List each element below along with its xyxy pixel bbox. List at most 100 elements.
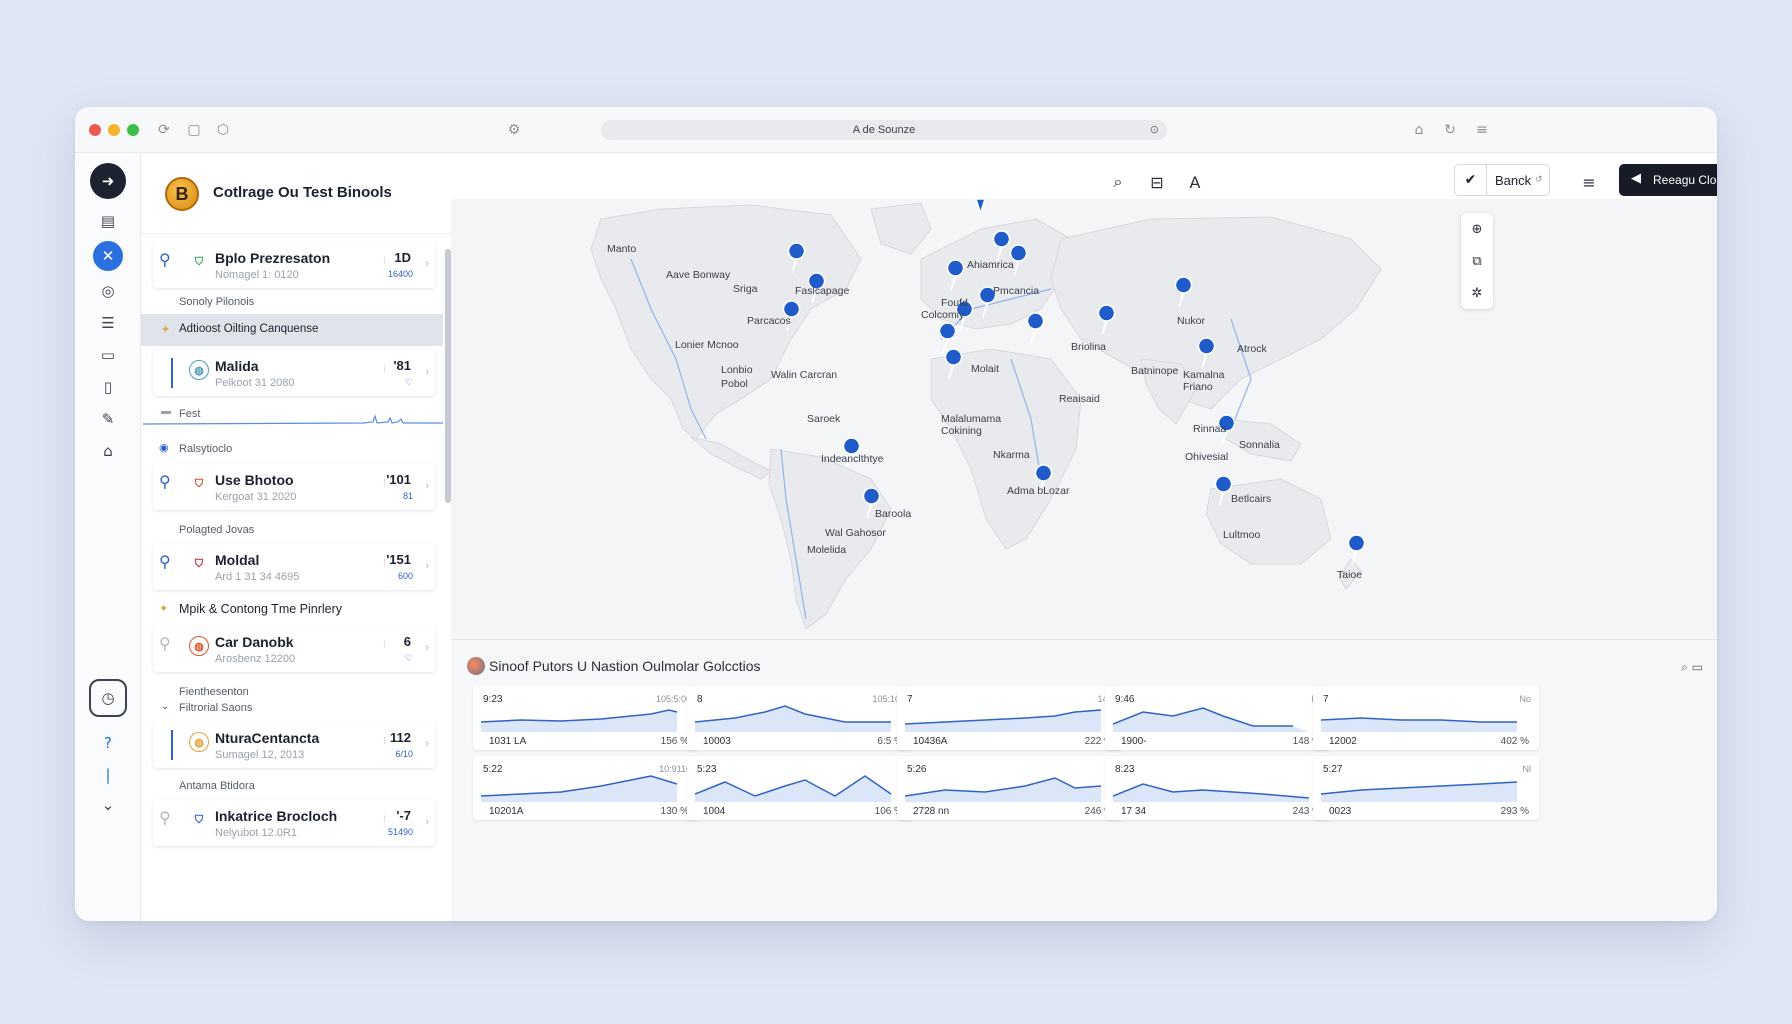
list-icon[interactable]: ☰ [92,307,124,339]
section-highlight[interactable]: ✦ Adtioost Oilting Canquense [141,314,443,346]
list-item-sub: Pelkoot 31 2080 [215,377,295,389]
chevron-right-icon[interactable]: › [425,738,429,750]
mini-chart-card[interactable]: 5:22 10:9110 10201A 130 % [473,756,699,820]
drag-handle-icon[interactable]: ⁝ [383,814,386,825]
hamburger-icon[interactable]: ≡ [1576,169,1602,195]
history-icon[interactable]: ↻ [1439,119,1461,141]
list-item[interactable]: ⚲ ⛉ Bplo Prezresaton Nomagel 1: 0120 ⁝ 1… [153,242,435,288]
maximize-window-button[interactable] [127,124,139,136]
chevron-right-icon[interactable]: › [425,642,429,654]
section-label: Polagted Jovas [179,524,255,536]
list-item[interactable]: ◍ NturaCentancta Sumagel 12, 2013 ⁝ 112 … [153,722,435,768]
layers-icon[interactable]: ⊟ [1144,169,1170,195]
address-bar[interactable]: A de Sounze ⊙ [601,120,1167,140]
list-item[interactable]: ⚲ ⛉ Use Bhotoo Kergoat 31 2020 ⁝ '101 81… [153,464,435,510]
browser-titlebar: ⟳ ▢ ⬡ ⚙ A de Sounze ⊙ ⌂ ↻ ≡ [75,107,1717,153]
close-window-button[interactable] [89,124,101,136]
settings-gear-icon[interactable]: ⚙ [503,119,525,141]
globe-icon: ◍ [189,732,209,752]
drag-handle-icon[interactable]: ⁝ [383,558,386,569]
mini-chart-card[interactable]: 8:23Nl17 34243 % [1105,756,1331,820]
check-icon[interactable]: ✔ [1455,165,1487,195]
chevron-right-icon[interactable]: › [425,258,429,270]
section-label: Antama Btidora [179,780,255,792]
chevron-right-icon[interactable]: › [425,366,429,378]
clipboard-icon[interactable]: ▤ [92,205,124,237]
activity-sparkline [143,413,443,425]
list-item-count: '151 [386,552,411,567]
primary-action-button[interactable]: ◀ Reeagu Cloir [1619,164,1717,196]
drag-handle-icon[interactable]: ⁝ [383,736,386,747]
refresh-icon[interactable]: ⟳ [153,119,175,141]
selection-bar [171,358,173,388]
home-icon[interactable]: ⌂ [92,435,124,467]
shield-icon: ⛉ [194,255,204,268]
list-item-count: '81 [393,358,411,373]
filter-button-group[interactable]: ✔ Banck ↺ [1454,164,1550,196]
list-item[interactable]: ⚲ ◍ Car Danobk Arosbenz 12200 ⁝ 6 ♡ › [153,626,435,672]
mini-chart-card[interactable]: 714:010436A222 % [897,686,1123,750]
map-city-label: Walin Carcran [771,369,838,381]
star-icon: ✦ [161,323,171,336]
list-item[interactable]: ⚲ ⛉ Moldal Ard 1 31 34 4695 ⁝ '151 600 › [153,544,435,590]
mini-chart-br: 156 % [660,736,689,747]
drag-handle-icon[interactable]: ⁝ [383,478,386,489]
panel-logo-icon [467,657,485,675]
chevron-right-icon[interactable]: › [425,480,429,492]
search-icon[interactable]: ⌕ [1105,169,1131,195]
mini-chart-br: 293 % [1500,806,1529,817]
list-item[interactable]: ⚲ ⛉ Inkatrice Brocloch Nelyubot 12.0R1 ⁝… [153,800,435,846]
list-item-count: 112 [390,730,411,745]
extension-icon[interactable]: ⬡ [212,119,234,141]
minimize-window-button[interactable] [108,124,120,136]
reload-icon[interactable]: ⊙ [1150,123,1159,136]
mini-chart-bl: 10436A [913,736,948,747]
font-icon[interactable]: A [1182,169,1208,195]
list-item-count-sub: 600 [397,571,413,581]
list-item-sub: Nomagel 1: 0120 [215,269,299,281]
main-area: ⌕ ⊟ A ✔ Banck ↺ ≡ ◀ Reeagu Cloir ◷ [451,153,1717,921]
info-icon[interactable]: | [92,759,124,791]
timer-icon[interactable]: ◷ [89,679,127,717]
mini-chart-card[interactable]: 9:46Ne1900-148 % [1105,686,1331,750]
mini-chart-card[interactable]: 5:23Nl1004106 % [687,756,913,820]
help-icon[interactable]: ? [92,727,124,759]
login-arrow-icon[interactable]: ➜ [90,163,126,199]
list-item-sub: Sumagel 12, 2013 [215,749,305,761]
bottom-panel: Sinoof Putors U Nastion Oulmolar Golccti… [451,639,1717,921]
edit-icon[interactable]: ✎ [92,403,124,435]
drag-handle-icon[interactable]: ⁝ [383,256,386,267]
list-item[interactable]: ◍ Malida Pelkoot 31 2080 ⁝ '81 ♡ › [153,350,435,396]
drag-handle-icon[interactable]: ⁝ [383,364,386,375]
drag-handle-icon[interactable]: ⁝ [383,640,386,651]
panel-search-icon[interactable]: ⌕ ▭ [1681,660,1703,675]
map-city-label: Briolina [1071,341,1107,353]
share-icon[interactable]: ⌂ [1408,119,1430,141]
document-icon[interactable]: ▯ [92,371,124,403]
mini-chart-card[interactable]: 9:23 105:5:06 1031 LA 156 % [473,686,699,750]
route-icon[interactable]: ✕ [93,241,123,271]
mini-chart-card[interactable]: 5:26Al2728 nn246 % [897,756,1123,820]
sidebar-toggle-icon[interactable]: ▢ [183,119,205,141]
list-item-count: 6 [403,634,411,649]
target-icon[interactable]: ◎ [92,275,124,307]
list-scroll-area[interactable]: ⚲ ⛉ Bplo Prezresaton Nomagel 1: 0120 ⁝ 1… [141,233,451,921]
chevron-right-icon[interactable]: › [425,816,429,828]
primary-action-label: Reeagu Cloir [1653,173,1717,187]
world-map[interactable]: ⊕ ⧉ ✲ Manto Aave Bonway Sriga Faslcapage… [451,199,1717,639]
map-city-label: Lonier Mcnoo [675,339,739,351]
map-city-label: Sonnalia [1239,439,1280,451]
chevron-down-icon[interactable]: ⌄ [92,789,124,821]
list-item-count-sub: ♡ [404,377,413,387]
mini-chart-card[interactable]: 5:27 Nl 0023 293 % [1313,756,1539,820]
chevron-right-icon[interactable]: › [425,560,429,572]
section-label: Filtrorial Saons [179,702,253,714]
map-city-label: Rinnaa [1193,423,1227,435]
list-item-name: NturaCentancta [215,730,320,746]
list-item-count-sub: 16400 [387,269,413,279]
card-icon[interactable]: ▭ [92,339,124,371]
menu-icon[interactable]: ≡ [1471,119,1493,141]
chevron-down-icon[interactable]: ⌄ [161,701,169,712]
mini-chart-card[interactable]: 8 105:106 10003 6:5 % [687,686,913,750]
mini-chart-card[interactable]: 7 No 12002 402 % [1313,686,1539,750]
